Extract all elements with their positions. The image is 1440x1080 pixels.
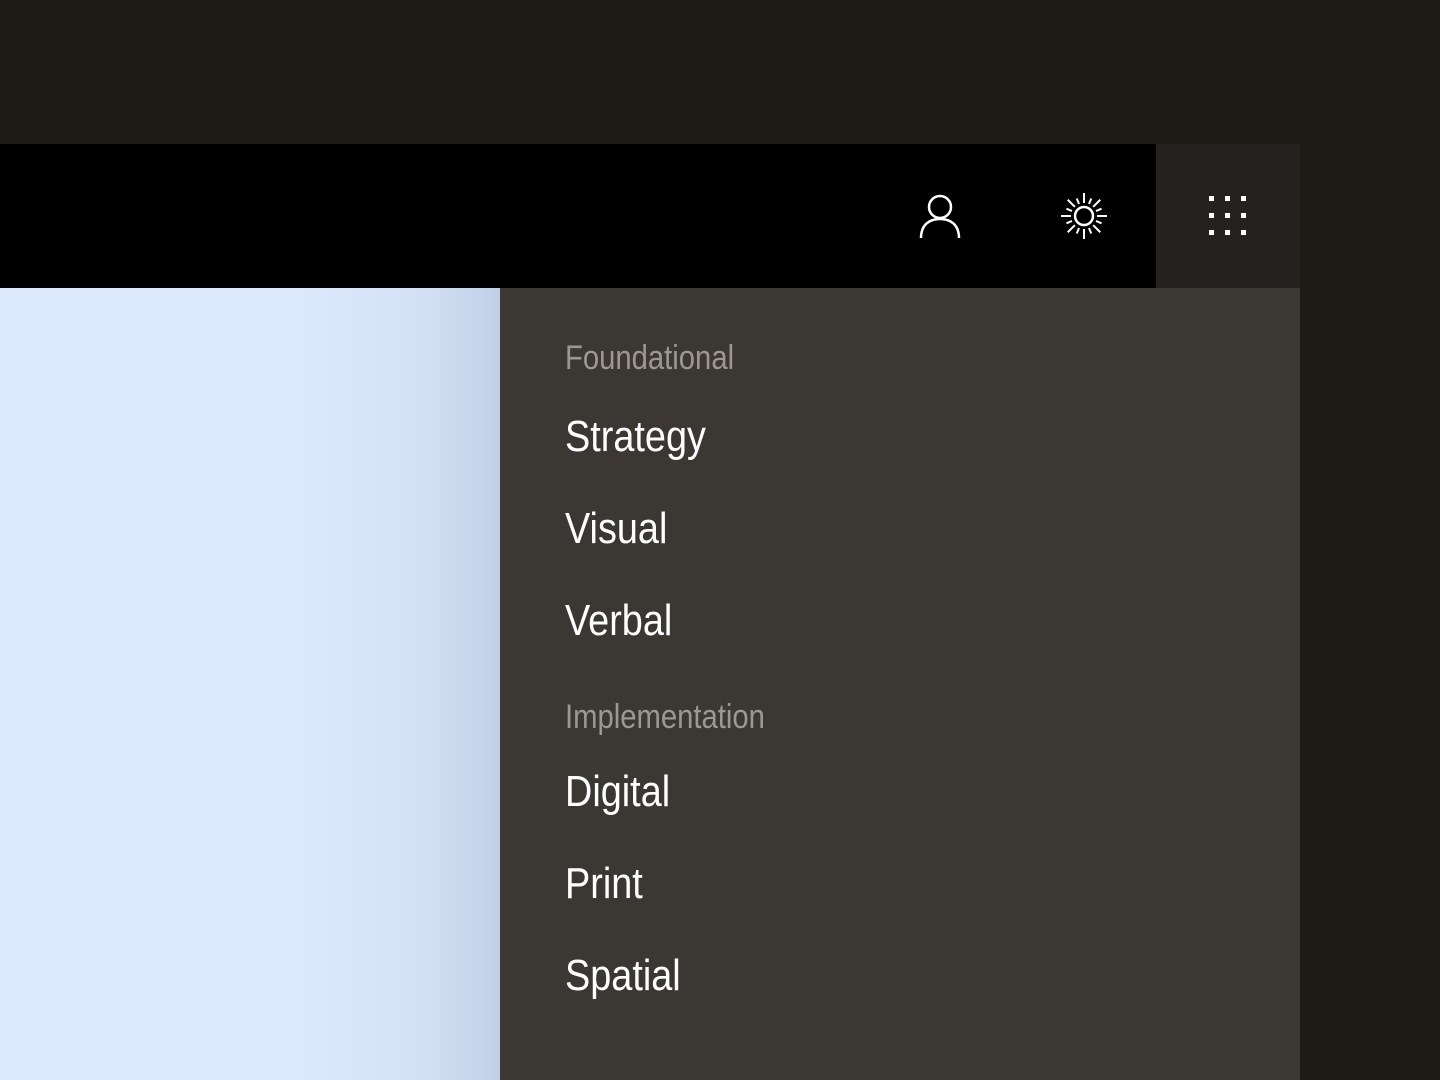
- sun-ray: [1092, 199, 1101, 208]
- theme-toggle-button[interactable]: [1012, 144, 1156, 288]
- sun-ray: [1066, 207, 1073, 212]
- top-navigation-bar: [0, 144, 1300, 288]
- account-button[interactable]: [868, 144, 1012, 288]
- sun-ray: [1075, 227, 1080, 234]
- apps-grid-dot: [1209, 230, 1214, 235]
- sun-ray: [1067, 199, 1076, 208]
- sun-ray: [1067, 224, 1076, 233]
- sun-ray: [1066, 220, 1073, 225]
- section-heading-implementation: Implementation: [565, 698, 765, 736]
- menu-item-digital[interactable]: Digital: [565, 762, 1163, 822]
- apps-grid-dot: [1241, 196, 1246, 201]
- sun-ray: [1088, 227, 1093, 234]
- menu-item-strategy[interactable]: Strategy: [565, 407, 1163, 467]
- section-heading-foundational: Foundational: [565, 339, 735, 377]
- sun-ray: [1075, 198, 1080, 205]
- apps-grid-dot: [1225, 213, 1230, 218]
- sun-ray: [1088, 198, 1093, 205]
- sun-icon: [1061, 193, 1107, 239]
- apps-grid-dot: [1241, 213, 1246, 218]
- menu-item-visual[interactable]: Visual: [565, 499, 1163, 559]
- apps-grid-icon: [1209, 196, 1246, 235]
- sun-ray: [1095, 220, 1102, 225]
- apps-grid-dot: [1225, 230, 1230, 235]
- apps-grid-dot: [1209, 213, 1214, 218]
- menu-list: Foundational Strategy Visual Verbal Impl…: [565, 336, 1260, 1006]
- menu-item-print[interactable]: Print: [565, 854, 1163, 914]
- user-icon: [919, 194, 961, 239]
- main-content-area: [0, 288, 500, 1080]
- menu-item-spatial[interactable]: Spatial: [565, 946, 1163, 1006]
- apps-grid-dot: [1225, 196, 1230, 201]
- app-window: Foundational Strategy Visual Verbal Impl…: [0, 144, 1300, 1080]
- navigation-menu-panel: Foundational Strategy Visual Verbal Impl…: [500, 288, 1300, 1080]
- sun-ray: [1092, 224, 1101, 233]
- apps-menu-button[interactable]: [1156, 144, 1300, 288]
- sun-ray: [1095, 207, 1102, 212]
- apps-grid-dot: [1209, 196, 1214, 201]
- apps-grid-dot: [1241, 230, 1246, 235]
- menu-item-verbal[interactable]: Verbal: [565, 591, 1163, 651]
